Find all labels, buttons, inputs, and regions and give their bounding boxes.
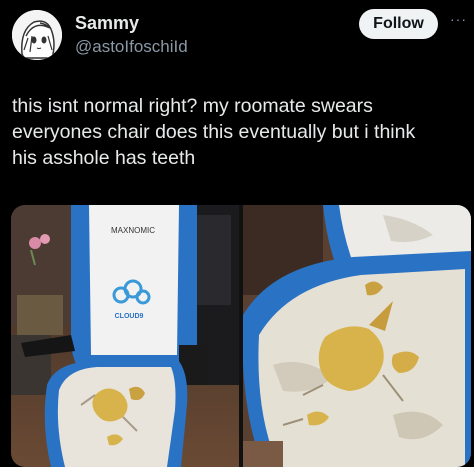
follow-button[interactable]: Follow	[359, 9, 438, 39]
media-photo-right[interactable]	[242, 205, 471, 467]
media-photo-left[interactable]: MAXNOMIC CLOUD9	[11, 205, 239, 467]
tweet-media[interactable]: MAXNOMIC CLOUD9	[11, 205, 471, 467]
chair-brand-text: MAXNOMIC	[111, 226, 155, 235]
author-handle[interactable]: @astoIfoschiId	[75, 37, 188, 57]
tweet-text: this isnt normal right? my roomate swear…	[12, 95, 416, 169]
avatar[interactable]	[12, 10, 62, 60]
chair-seat-closeup-photo	[242, 205, 471, 467]
author-display-name[interactable]: Sammy	[75, 13, 139, 34]
anime-avatar-icon	[12, 10, 62, 60]
chair-logo-text: CLOUD9	[115, 313, 144, 320]
chair-front-photo: MAXNOMIC CLOUD9	[11, 205, 239, 467]
more-options-icon[interactable]: ···	[450, 11, 467, 27]
